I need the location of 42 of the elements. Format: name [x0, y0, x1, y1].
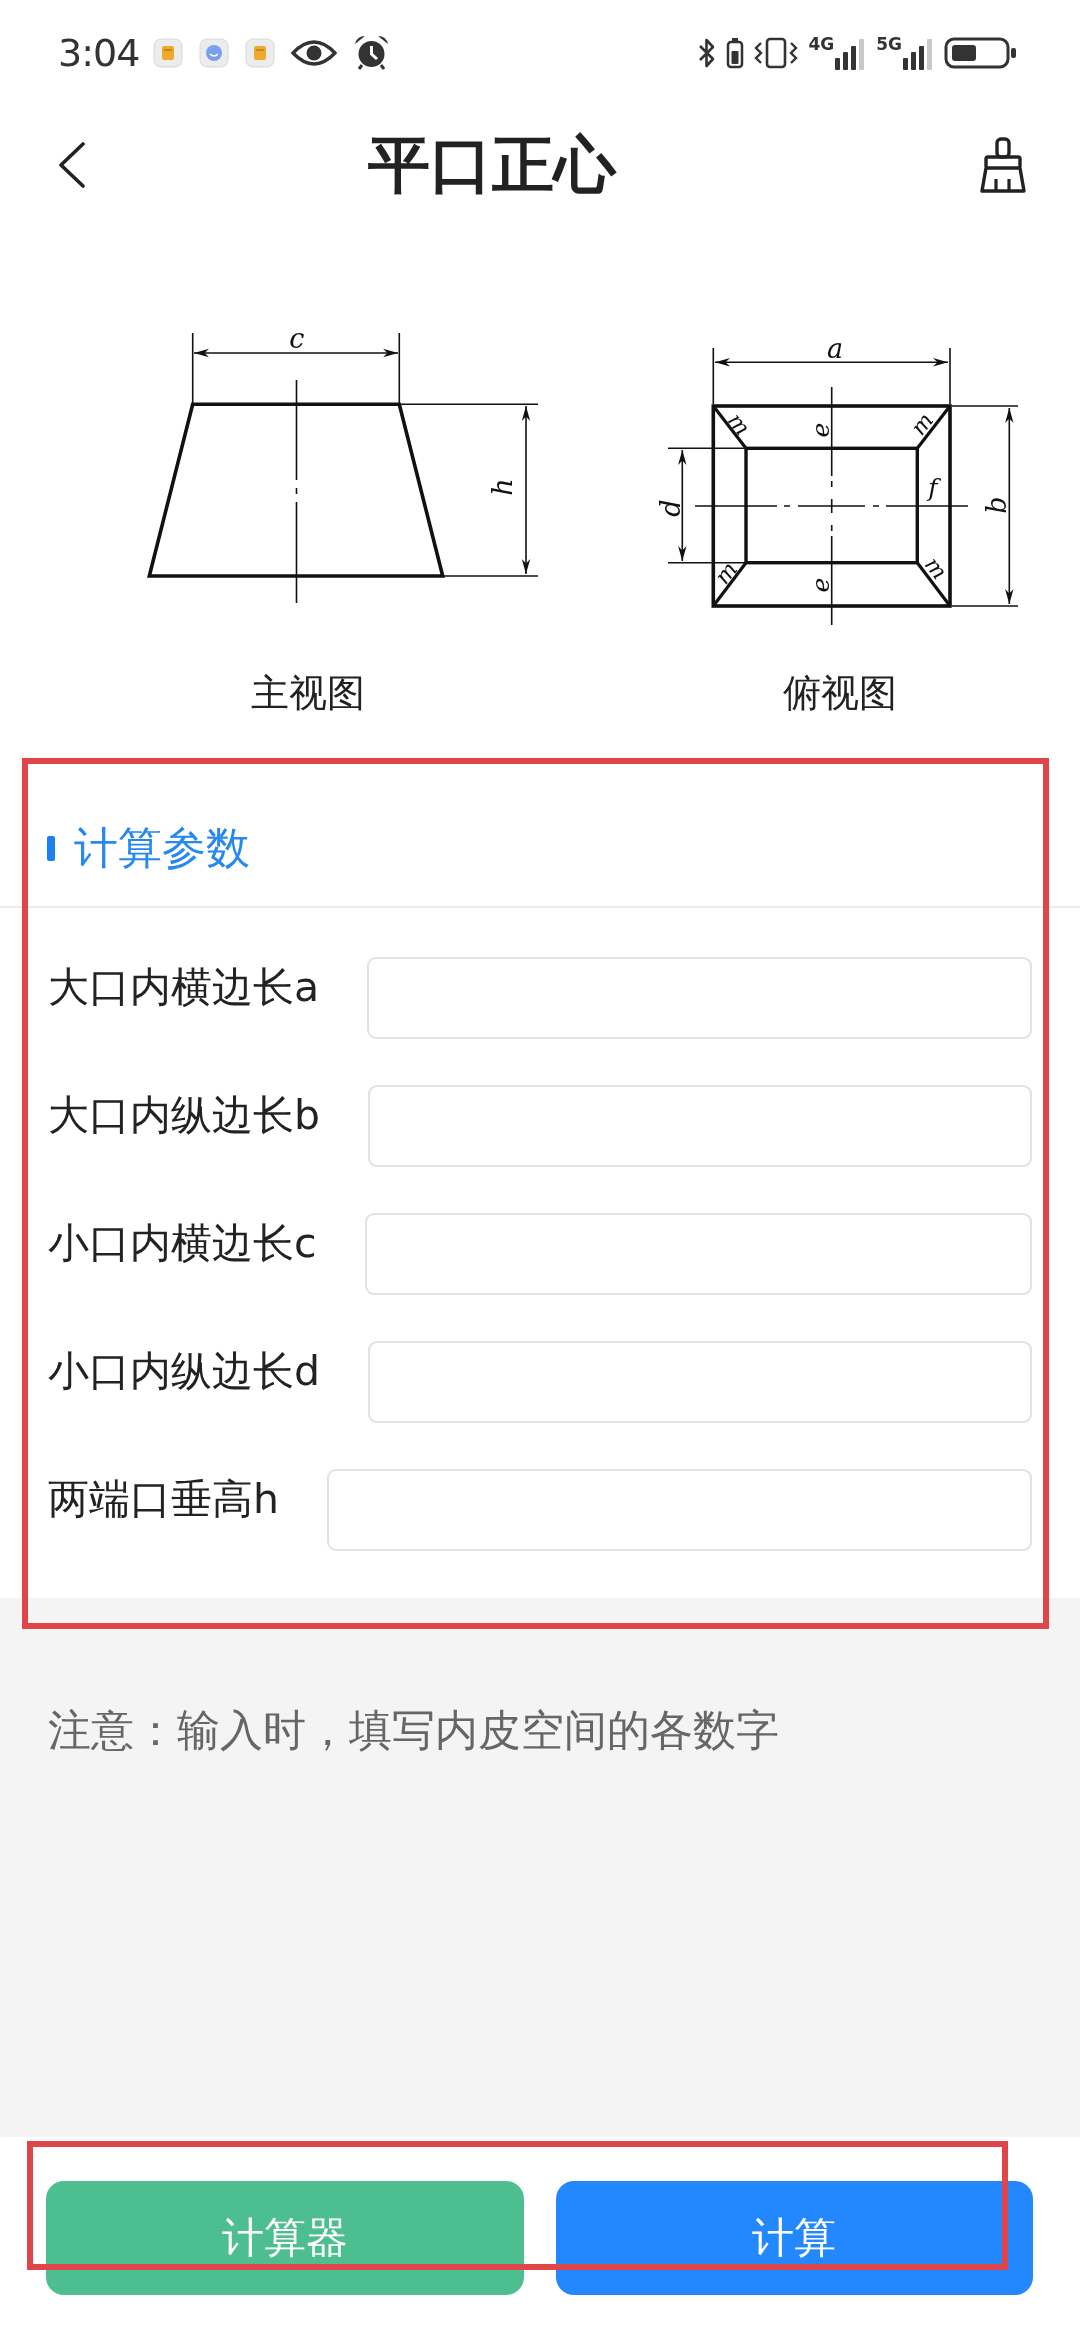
back-icon[interactable] — [58, 142, 86, 188]
section-title: 计算参数 — [74, 821, 250, 875]
battery-icon — [726, 36, 745, 69]
dimension-label: a — [826, 332, 844, 364]
vibrate-icon — [753, 35, 800, 70]
view-caption: 主视图 — [250, 670, 365, 717]
dimension-label: m — [709, 557, 743, 589]
dimension-label: e — [805, 422, 835, 438]
input-field[interactable] — [368, 1085, 1032, 1167]
field-label: 小口内横边长c — [48, 1218, 317, 1269]
dimension-label: b — [980, 496, 1012, 514]
dimension-label: m — [905, 408, 939, 440]
input-field[interactable] — [327, 1469, 1032, 1551]
dimension-label: m — [722, 408, 756, 440]
dimension-label: c — [289, 322, 305, 354]
dimension-label: m — [919, 552, 953, 584]
network-label: 5G — [876, 35, 902, 53]
input-field[interactable] — [367, 957, 1032, 1039]
dimension-label: e — [805, 577, 835, 593]
field-label: 大口内横边长a — [48, 962, 320, 1013]
network-label: 4G — [808, 35, 835, 53]
dimension-label: d — [654, 499, 686, 517]
dimension-label: h — [486, 478, 518, 496]
signal-icon — [903, 37, 935, 70]
calculator-button[interactable]: 计算器 — [46, 2181, 524, 2295]
app-notification-icon — [245, 37, 276, 68]
app-notification-icon — [199, 37, 230, 68]
section-marker — [47, 835, 55, 861]
field-label: 两端口垂高h — [48, 1474, 279, 1525]
battery-icon — [944, 35, 1018, 70]
status-time: 3:04 — [58, 33, 140, 72]
alarm-icon — [353, 34, 391, 71]
field-label: 大口内纵边长b — [48, 1090, 321, 1141]
calculate-button[interactable]: 计算 — [555, 2181, 1033, 2295]
input-field[interactable] — [368, 1341, 1032, 1423]
brush-icon[interactable] — [978, 137, 1028, 193]
page-title: 平口正心 — [368, 134, 616, 196]
app-notification-icon — [153, 37, 184, 68]
field-label: 小口内纵边长d — [48, 1346, 321, 1397]
view-caption: 俯视图 — [783, 670, 897, 717]
note-text: 注意：输入时，填写内皮空间的各数字 — [48, 1705, 779, 1755]
input-field[interactable] — [364, 1213, 1032, 1295]
